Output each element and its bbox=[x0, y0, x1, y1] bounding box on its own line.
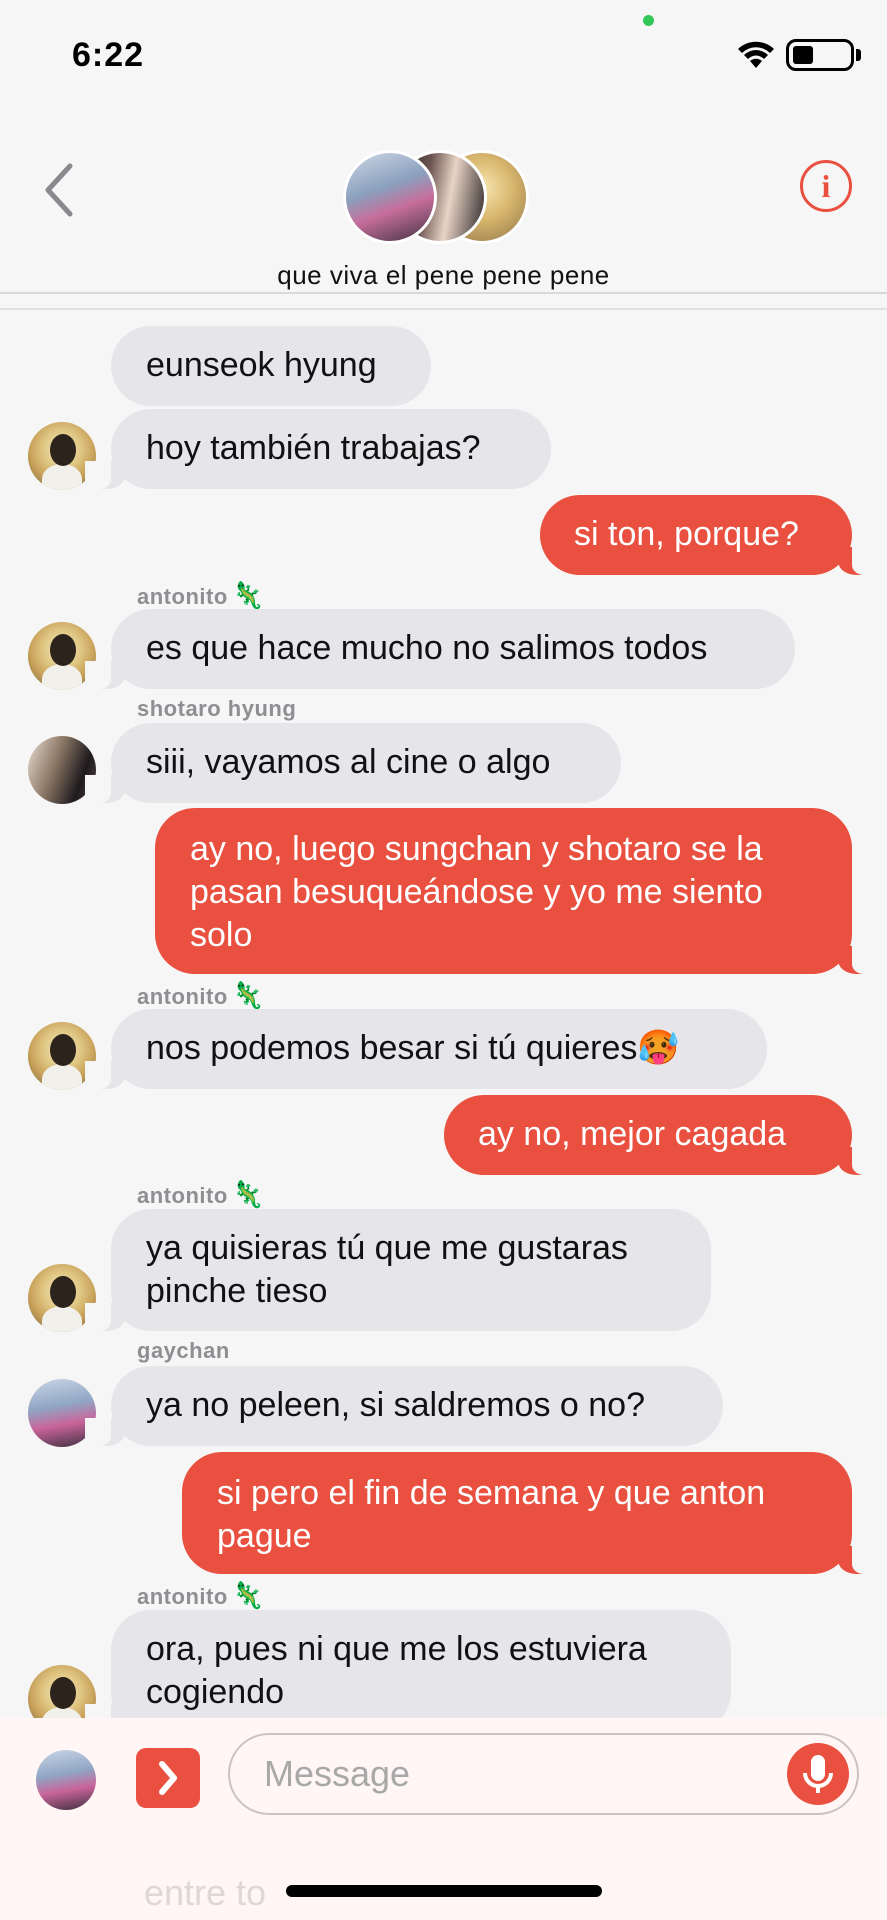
group-name[interactable]: que viva el pene pene pene bbox=[0, 260, 887, 291]
expand-button[interactable] bbox=[136, 1748, 200, 1808]
message-bubble-incoming[interactable]: es que hace mucho no salimos todos bbox=[85, 609, 795, 689]
message-text: ora, pues ni que me los estuviera cogien… bbox=[146, 1630, 647, 1711]
sender-name: antonito 🦎 bbox=[137, 1580, 265, 1610]
message-text: si pero el fin de semana y que anton pag… bbox=[217, 1474, 766, 1555]
wifi-icon bbox=[738, 41, 774, 68]
header-divider-secondary bbox=[0, 308, 887, 310]
message-bubble-incoming[interactable]: eunseok hyung bbox=[111, 326, 431, 406]
message-text: siii, vayamos al cine o algo bbox=[146, 743, 551, 781]
microphone-button[interactable] bbox=[787, 1743, 849, 1805]
status-bar: 6:22 bbox=[0, 0, 887, 110]
message-text: ya no peleen, si saldremos o no? bbox=[146, 1386, 645, 1424]
message-text: es que hace mucho no salimos todos bbox=[146, 629, 708, 667]
message-bubble-incoming[interactable]: ora, pues ni que me los estuviera cogien… bbox=[85, 1610, 731, 1732]
chevron-right-icon bbox=[159, 1761, 177, 1795]
message-bubble-outgoing[interactable]: ay no, luego sungchan y shotaro se la pa… bbox=[155, 808, 878, 974]
lizard-emoji: 🦎 bbox=[231, 580, 265, 610]
lizard-emoji: 🦎 bbox=[231, 1580, 265, 1610]
home-indicator[interactable] bbox=[286, 1885, 602, 1897]
message-text: eunseok hyung bbox=[146, 346, 377, 384]
message-bubble-outgoing[interactable]: ay no, mejor cagada bbox=[444, 1095, 878, 1175]
group-avatar-stack[interactable] bbox=[343, 150, 533, 250]
message-bubble-incoming[interactable]: hoy también trabajas? bbox=[85, 409, 551, 489]
sender-name: antonito 🦎 bbox=[137, 1179, 265, 1209]
microphone-icon bbox=[803, 1755, 833, 1793]
message-text: ay no, luego sungchan y shotaro se la pa… bbox=[190, 830, 763, 954]
message-bubble-incoming[interactable]: siii, vayamos al cine o algo bbox=[85, 723, 621, 803]
message-input[interactable]: Message bbox=[228, 1733, 859, 1815]
message-bubble-outgoing[interactable]: si ton, porque? bbox=[540, 495, 878, 575]
battery-icon bbox=[786, 39, 854, 71]
background-ghost-text: entre to bbox=[144, 1872, 267, 1913]
message-text: ya quisieras tú que me gustaras pinche t… bbox=[146, 1229, 628, 1310]
message-bubble-incoming[interactable]: nos podemos besar si tú quieres🥵 bbox=[85, 1009, 767, 1089]
message-text: nos podemos besar si tú quieres🥵 bbox=[146, 1029, 680, 1067]
conversation-header: que viva el pene pene pene i bbox=[0, 110, 887, 310]
message-bubble-incoming[interactable]: ya quisieras tú que me gustaras pinche t… bbox=[85, 1209, 711, 1331]
sender-name: antonito 🦎 bbox=[137, 980, 265, 1010]
my-avatar[interactable] bbox=[36, 1750, 96, 1810]
privacy-indicator bbox=[643, 15, 654, 26]
battery-cap bbox=[856, 49, 861, 61]
sender-name: antonito 🦎 bbox=[137, 580, 265, 610]
message-placeholder: Message bbox=[264, 1753, 411, 1794]
lizard-emoji: 🦎 bbox=[231, 980, 265, 1010]
message-bubble-incoming[interactable]: ya no peleen, si saldremos o no? bbox=[85, 1366, 723, 1446]
header-divider bbox=[0, 292, 887, 294]
group-avatar-1 bbox=[343, 150, 437, 244]
message-text: ay no, mejor cagada bbox=[478, 1115, 787, 1153]
message-bubble-outgoing[interactable]: si pero el fin de semana y que anton pag… bbox=[182, 1452, 878, 1574]
back-chevron-icon[interactable] bbox=[40, 160, 80, 220]
sender-name: gaychan bbox=[137, 1338, 230, 1363]
status-time: 6:22 bbox=[72, 36, 145, 74]
sender-name: shotaro hyung bbox=[137, 696, 297, 721]
message-text: hoy también trabajas? bbox=[146, 429, 481, 467]
message-text: si ton, porque? bbox=[574, 515, 799, 553]
info-icon[interactable]: i bbox=[800, 160, 852, 212]
lizard-emoji: 🦎 bbox=[231, 1179, 265, 1209]
